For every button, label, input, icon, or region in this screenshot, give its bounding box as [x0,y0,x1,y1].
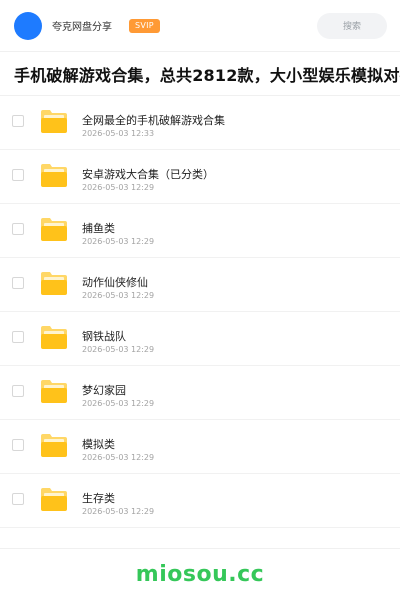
select-checkbox[interactable] [12,385,24,397]
file-date: 2026-05-03 12:29 [82,453,155,462]
file-name: 钢铁战队 [82,330,126,343]
file-date: 2026-05-03 12:29 [82,291,155,300]
list-item[interactable]: 动作仙侠修仙 2026-05-03 12:29 [0,258,400,312]
file-date: 2026-05-03 12:29 [82,237,155,246]
file-date: 2026-05-03 12:29 [82,399,155,408]
file-name: 梦幻家园 [82,384,126,397]
list-item[interactable]: 生存类 2026-05-03 12:29 [0,474,400,528]
file-name: 动作仙侠修仙 [82,276,148,289]
search-button[interactable]: 搜索 [317,12,387,39]
svip-badge: SVIP [129,18,160,33]
select-checkbox[interactable] [12,493,24,505]
list-item[interactable]: 模拟类 2026-05-03 12:29 [0,420,400,474]
file-date: 2026-05-03 12:33 [82,129,155,138]
file-name: 全网最全的手机破解游戏合集 [82,114,225,127]
folder-icon [41,326,67,349]
folder-icon [41,488,67,511]
list-item[interactable]: 梦幻家园 2026-05-03 12:29 [0,366,400,420]
file-name: 生存类 [82,492,115,505]
file-name: 捕鱼类 [82,222,115,235]
select-checkbox[interactable] [12,331,24,343]
select-checkbox[interactable] [12,223,24,235]
file-name: 模拟类 [82,438,115,451]
share-header: 夸克网盘分享 SVIP 搜索 [0,0,400,52]
select-checkbox[interactable] [12,169,24,181]
select-checkbox[interactable] [12,439,24,451]
folder-icon [41,110,67,133]
folder-icon [41,218,67,241]
file-list: 全网最全的手机破解游戏合集 2026-05-03 12:33 安卓游戏大合集（已… [0,96,400,528]
list-item[interactable]: 捕鱼类 2026-05-03 12:29 [0,204,400,258]
select-checkbox[interactable] [12,115,24,127]
title-bar: 手机破解游戏合集，总共2812款，大小型娱乐模拟对抗各种 [0,52,400,96]
folder-icon [41,434,67,457]
file-name: 安卓游戏大合集（已分类） [82,168,214,181]
site-watermark: miosou.cc [135,562,265,587]
footer-divider [0,548,400,549]
list-item[interactable]: 全网最全的手机破解游戏合集 2026-05-03 12:33 [0,96,400,150]
folder-icon [41,272,67,295]
page-title: 手机破解游戏合集，总共2812款，大小型娱乐模拟对抗各种 [14,65,400,85]
folder-icon [41,380,67,403]
file-date: 2026-05-03 12:29 [82,183,155,192]
list-item[interactable]: 安卓游戏大合集（已分类） 2026-05-03 12:29 [0,150,400,204]
user-name[interactable]: 夸克网盘分享 [52,18,112,33]
file-date: 2026-05-03 12:29 [82,507,155,516]
avatar[interactable] [14,11,42,40]
share-page: 夸克网盘分享 SVIP 搜索 手机破解游戏合集，总共2812款，大小型娱乐模拟对… [0,0,400,600]
list-item[interactable]: 钢铁战队 2026-05-03 12:29 [0,312,400,366]
folder-icon [41,164,67,187]
file-date: 2026-05-03 12:29 [82,345,155,354]
select-checkbox[interactable] [12,277,24,289]
search-label: 搜索 [342,22,361,32]
